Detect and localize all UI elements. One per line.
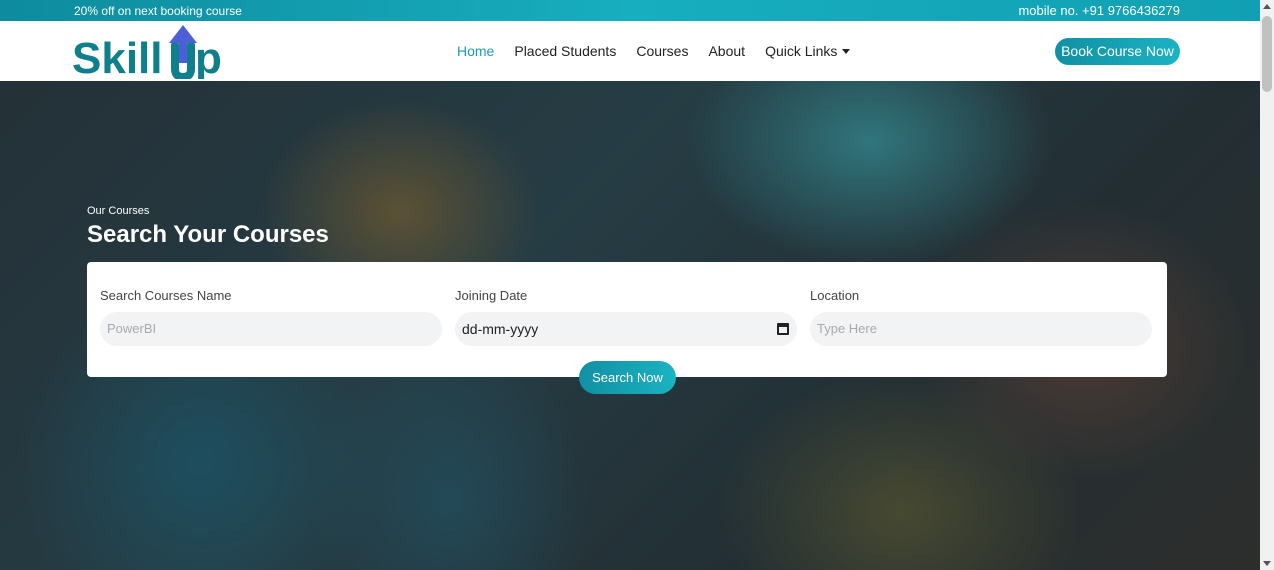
main-nav: Home Placed Students Courses About Quick… [457, 43, 851, 59]
joining-date-label: Joining Date [455, 288, 528, 303]
nav-home[interactable]: Home [457, 43, 494, 59]
promo-text: 20% off on next booking course [74, 4, 242, 18]
joining-date-value: dd-mm-yyyy [462, 321, 539, 337]
scroll-down-arrow-icon[interactable] [1263, 561, 1271, 566]
nav-about[interactable]: About [708, 43, 745, 59]
joining-date-input[interactable]: dd-mm-yyyy [455, 312, 797, 346]
course-name-input[interactable]: PowerBI [100, 312, 442, 346]
phone-number: mobile no. +91 9766436279 [1018, 3, 1180, 18]
course-name-label: Search Courses Name [100, 288, 232, 303]
logo-text-skill: Skill [72, 34, 163, 79]
page-scrollbar[interactable] [1260, 0, 1274, 570]
location-input[interactable]: Type Here [810, 312, 1152, 346]
course-name-field-group: Search Courses Name PowerBI [100, 288, 442, 346]
nav-quick-links[interactable]: Quick Links [765, 43, 851, 59]
joining-date-field-group: Joining Date dd-mm-yyyy [455, 288, 797, 346]
promo-topbar: 20% off on next booking course mobile no… [0, 0, 1260, 21]
skillup-logo[interactable]: Skill p [72, 23, 242, 79]
search-now-button[interactable]: Search Now [579, 361, 676, 394]
hero-subtitle: Our Courses [87, 205, 150, 217]
book-course-button[interactable]: Book Course Now [1055, 38, 1180, 65]
logo-arrow-icon [169, 25, 197, 79]
scroll-up-arrow-icon[interactable] [1263, 4, 1271, 9]
course-search-form: Search Courses Name PowerBI Joining Date… [87, 262, 1167, 377]
scroll-thumb[interactable] [1262, 16, 1272, 92]
location-label: Location [810, 288, 860, 303]
nav-quick-links-label: Quick Links [765, 43, 838, 59]
location-field-group: Location Type Here [810, 288, 1152, 346]
caret-down-icon [842, 48, 851, 54]
nav-placed-students[interactable]: Placed Students [514, 43, 616, 59]
logo-text-up: p [195, 34, 222, 79]
navbar: Skill p Home Placed Students Courses Abo… [0, 21, 1260, 81]
nav-courses[interactable]: Courses [636, 43, 688, 59]
hero-title: Search Your Courses [87, 221, 329, 248]
hero-banner: Our Courses Search Your Courses Search C… [0, 81, 1260, 570]
calendar-icon[interactable] [777, 323, 789, 335]
